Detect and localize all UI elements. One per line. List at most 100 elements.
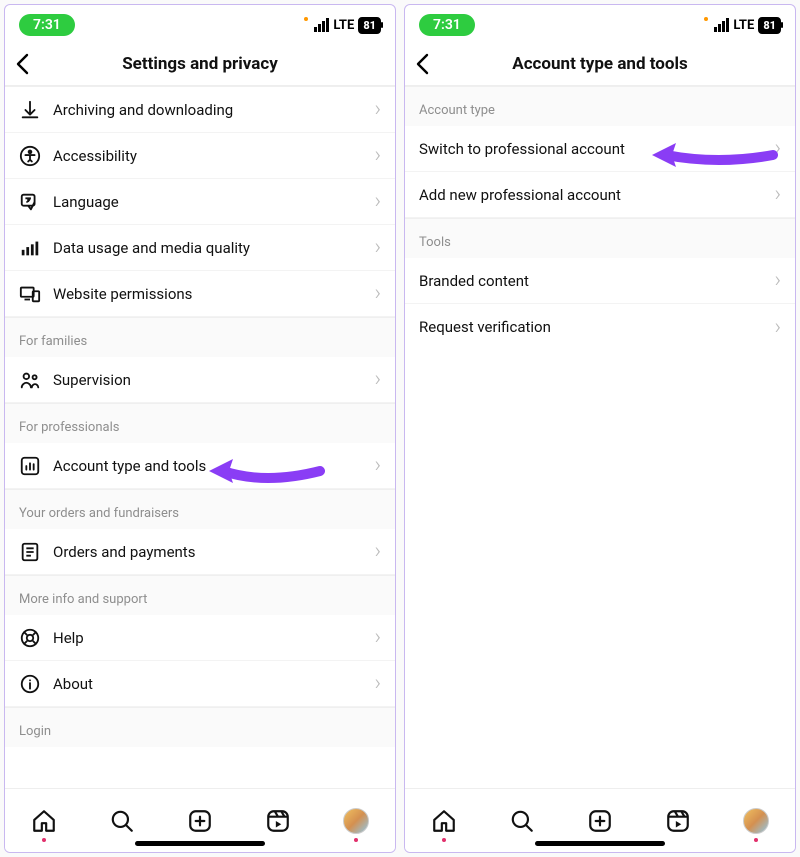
section-professionals: For professionals bbox=[5, 403, 395, 443]
row-request-verification[interactable]: Request verification › bbox=[405, 304, 795, 350]
home-indicator bbox=[535, 841, 665, 846]
page-header: Settings and privacy bbox=[5, 45, 395, 86]
search-icon bbox=[509, 808, 535, 834]
avatar bbox=[343, 808, 369, 834]
home-icon bbox=[431, 808, 457, 834]
nav-home[interactable] bbox=[429, 806, 459, 836]
network-label: LTE bbox=[333, 18, 354, 33]
chevron-right-icon: › bbox=[374, 625, 381, 650]
chevron-right-icon: › bbox=[374, 671, 381, 696]
status-bar: 7:31 LTE 81 bbox=[5, 5, 395, 45]
row-add-professional[interactable]: Add new professional account › bbox=[405, 172, 795, 218]
reels-icon bbox=[265, 808, 291, 834]
page-header: Account type and tools bbox=[405, 45, 795, 86]
status-time: 7:31 bbox=[19, 14, 75, 36]
chart-icon bbox=[19, 455, 53, 477]
plus-square-icon bbox=[587, 808, 613, 834]
bottom-nav bbox=[405, 788, 795, 852]
download-icon bbox=[19, 99, 53, 121]
language-icon bbox=[19, 191, 53, 213]
settings-content: Archiving and downloading › Accessibilit… bbox=[5, 86, 395, 788]
chevron-right-icon: › bbox=[374, 235, 381, 260]
row-label: About bbox=[53, 675, 374, 693]
section-orders: Your orders and fundraisers bbox=[5, 489, 395, 529]
home-indicator bbox=[135, 841, 265, 846]
section-families: For families bbox=[5, 317, 395, 357]
row-orders[interactable]: Orders and payments › bbox=[5, 529, 395, 575]
nav-profile[interactable] bbox=[341, 806, 371, 836]
page-title: Settings and privacy bbox=[15, 54, 385, 74]
avatar bbox=[743, 808, 769, 834]
section-login: Login bbox=[5, 707, 395, 747]
notification-dot-icon bbox=[42, 838, 46, 842]
row-switch-professional[interactable]: Switch to professional account › bbox=[405, 126, 795, 172]
row-label: Switch to professional account bbox=[419, 140, 774, 158]
nav-home[interactable] bbox=[29, 806, 59, 836]
battery-icon: 81 bbox=[358, 17, 381, 34]
row-accessibility[interactable]: Accessibility › bbox=[5, 133, 395, 179]
recording-dot-icon bbox=[304, 17, 308, 21]
row-about[interactable]: About › bbox=[5, 661, 395, 707]
status-bar: 7:31 LTE 81 bbox=[405, 5, 795, 45]
row-label: Orders and payments bbox=[53, 543, 374, 561]
section-tools: Tools bbox=[405, 218, 795, 258]
home-icon bbox=[31, 808, 57, 834]
row-supervision[interactable]: Supervision › bbox=[5, 357, 395, 403]
help-icon bbox=[19, 627, 53, 649]
row-label: Request verification bbox=[419, 318, 774, 336]
recording-dot-icon bbox=[704, 17, 708, 21]
notification-dot-icon bbox=[354, 838, 358, 842]
status-right: LTE 81 bbox=[704, 17, 781, 34]
row-label: Supervision bbox=[53, 371, 374, 389]
account-type-content: Account type Switch to professional acco… bbox=[405, 86, 795, 788]
nav-create[interactable] bbox=[585, 806, 615, 836]
battery-icon: 81 bbox=[758, 17, 781, 34]
nav-create[interactable] bbox=[185, 806, 215, 836]
row-data-usage[interactable]: Data usage and media quality › bbox=[5, 225, 395, 271]
phone-right: 7:31 LTE 81 Account type and tools Accou… bbox=[404, 4, 796, 853]
plus-square-icon bbox=[187, 808, 213, 834]
row-label: Language bbox=[53, 193, 374, 211]
chevron-right-icon: › bbox=[774, 182, 781, 207]
row-label: Branded content bbox=[419, 272, 774, 290]
accessibility-icon bbox=[19, 145, 53, 167]
cellular-bars-icon bbox=[19, 237, 53, 259]
cellular-signal-icon bbox=[314, 18, 329, 32]
row-account-type[interactable]: Account type and tools › bbox=[5, 443, 395, 489]
nav-search[interactable] bbox=[507, 806, 537, 836]
network-label: LTE bbox=[733, 18, 754, 33]
receipt-icon bbox=[19, 541, 53, 563]
page-title: Account type and tools bbox=[415, 54, 785, 74]
info-icon bbox=[19, 673, 53, 695]
reels-icon bbox=[665, 808, 691, 834]
cellular-signal-icon bbox=[714, 18, 729, 32]
row-branded-content[interactable]: Branded content › bbox=[405, 258, 795, 304]
row-language[interactable]: Language › bbox=[5, 179, 395, 225]
row-archiving[interactable]: Archiving and downloading › bbox=[5, 86, 395, 133]
row-label: Data usage and media quality bbox=[53, 239, 374, 257]
status-right: LTE 81 bbox=[304, 17, 381, 34]
nav-profile[interactable] bbox=[741, 806, 771, 836]
nav-reels[interactable] bbox=[663, 806, 693, 836]
row-label: Account type and tools bbox=[53, 457, 374, 475]
status-time: 7:31 bbox=[419, 14, 475, 36]
chevron-right-icon: › bbox=[774, 315, 781, 340]
section-support: More info and support bbox=[5, 575, 395, 615]
row-label: Website permissions bbox=[53, 285, 374, 303]
row-label: Accessibility bbox=[53, 147, 374, 165]
section-account-type: Account type bbox=[405, 86, 795, 126]
bottom-nav bbox=[5, 788, 395, 852]
chevron-right-icon: › bbox=[374, 539, 381, 564]
row-website-permissions[interactable]: Website permissions › bbox=[5, 271, 395, 317]
row-label: Add new professional account bbox=[419, 186, 774, 204]
chevron-right-icon: › bbox=[374, 281, 381, 306]
nav-reels[interactable] bbox=[263, 806, 293, 836]
chevron-right-icon: › bbox=[374, 453, 381, 478]
row-label: Help bbox=[53, 629, 374, 647]
chevron-right-icon: › bbox=[374, 143, 381, 168]
row-help[interactable]: Help › bbox=[5, 615, 395, 661]
people-icon bbox=[19, 369, 53, 391]
chevron-right-icon: › bbox=[774, 136, 781, 161]
nav-search[interactable] bbox=[107, 806, 137, 836]
chevron-right-icon: › bbox=[774, 268, 781, 293]
